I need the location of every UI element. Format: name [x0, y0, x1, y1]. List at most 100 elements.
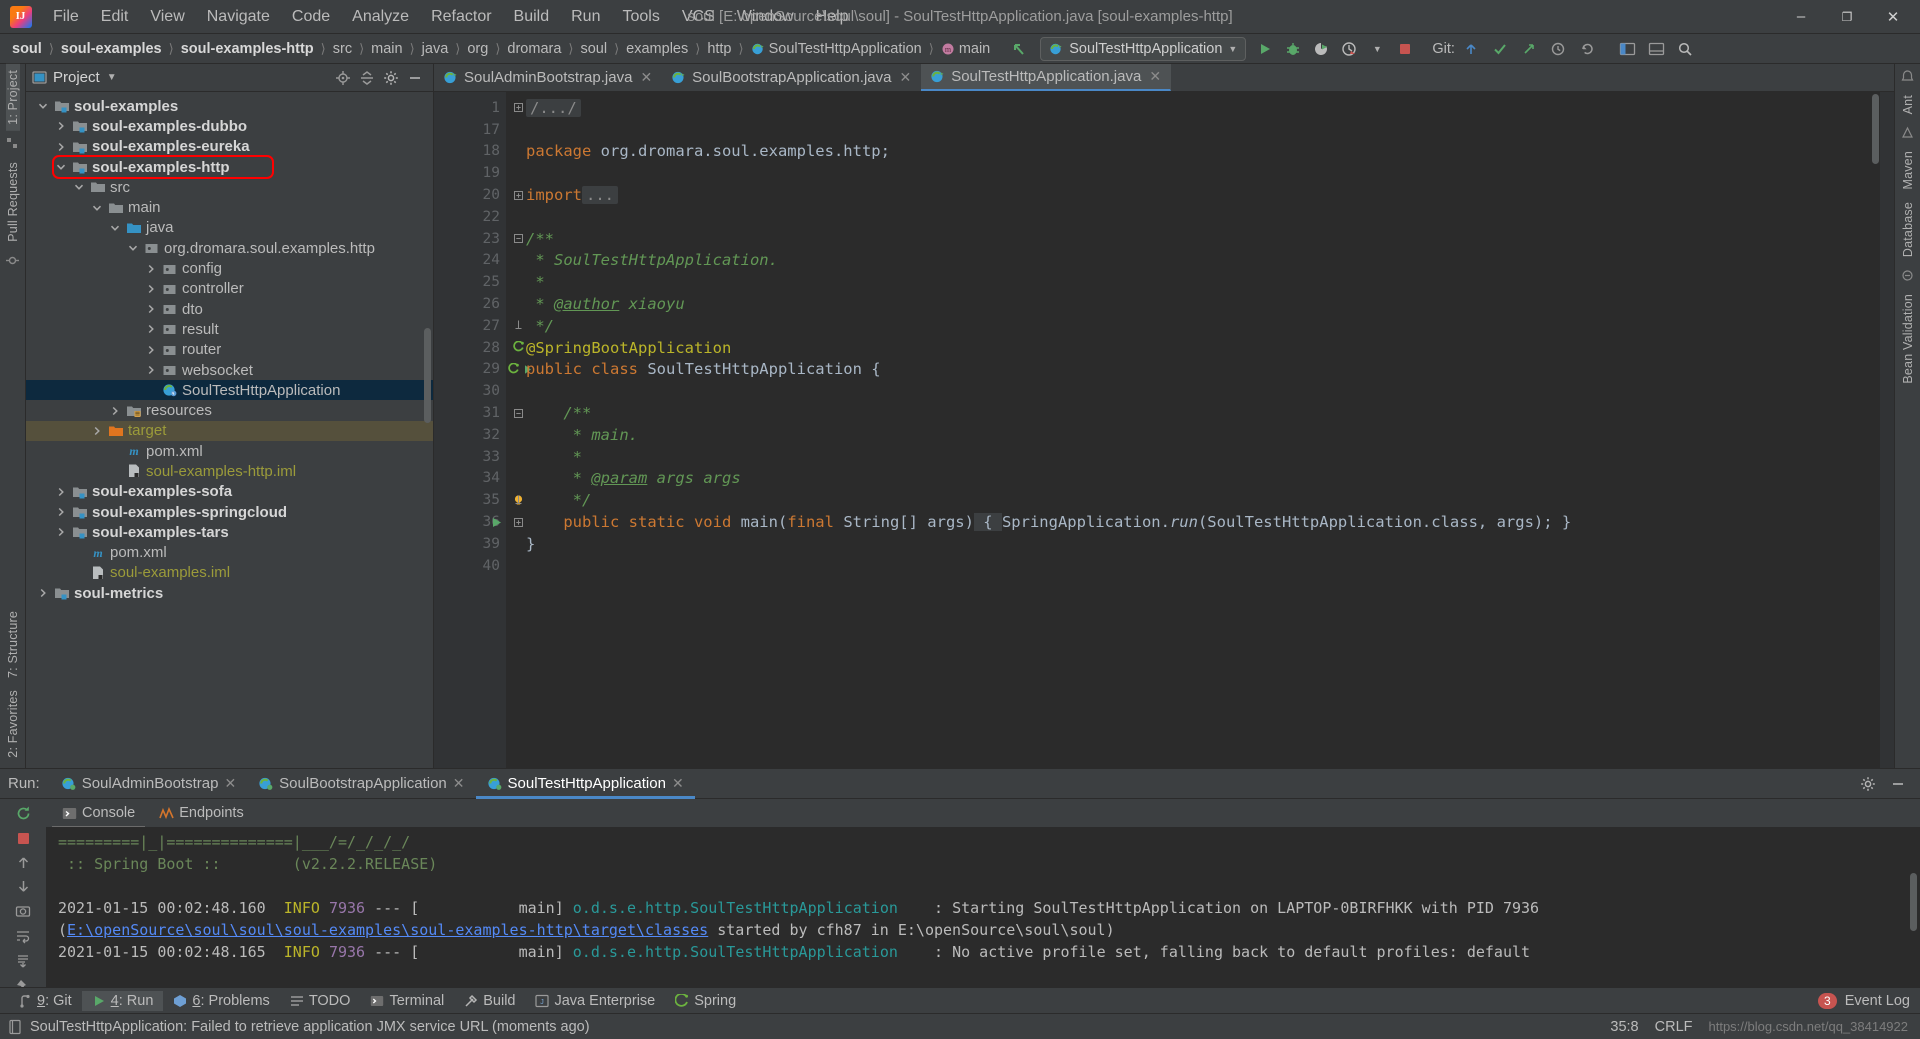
- rail-item-bean-validation[interactable]: Bean Validation: [1901, 288, 1915, 390]
- menu-run[interactable]: Run: [560, 4, 611, 30]
- breadcrumb-soul2[interactable]: soul: [574, 39, 613, 59]
- tree-item-controller[interactable]: controller: [26, 279, 433, 299]
- history-icon[interactable]: [1545, 37, 1571, 61]
- tree-item-router[interactable]: router: [26, 340, 433, 360]
- code-line[interactable]: import ...: [506, 184, 1894, 206]
- rail-item-pull-requests[interactable]: Pull Requests: [6, 156, 20, 248]
- bottom-button-todo[interactable]: TODO: [280, 991, 361, 1011]
- gutter-line-number[interactable]: 25: [434, 271, 506, 293]
- chevron-down-icon[interactable]: ▼: [107, 72, 117, 83]
- stop-button[interactable]: [1392, 37, 1418, 61]
- editor-scrollbar[interactable]: [1872, 94, 1879, 164]
- code-line[interactable]: [506, 555, 1894, 577]
- debug-button[interactable]: [1280, 37, 1306, 61]
- tree-item-src[interactable]: src: [26, 177, 433, 197]
- folded-comment[interactable]: /.../: [526, 98, 581, 117]
- chevron-right-icon[interactable]: [92, 426, 107, 436]
- rerun-icon[interactable]: [12, 805, 34, 822]
- code-line[interactable]: * @param args args: [506, 468, 1894, 490]
- breadcrumb-method-main[interactable]: m main: [935, 39, 996, 59]
- bottom-button-git[interactable]: 9: Git: [8, 991, 82, 1011]
- gutter-line-number[interactable]: 18: [434, 141, 506, 163]
- tree-item-soul-examples-iml[interactable]: soul-examples.iml: [26, 563, 433, 583]
- bottom-button-run[interactable]: 4: Run: [81, 990, 164, 1011]
- gutter-line-number[interactable]: 17: [434, 119, 506, 141]
- chevron-down-icon[interactable]: [110, 223, 125, 233]
- gutter-line-number[interactable]: 40: [434, 555, 506, 577]
- tree-item-target[interactable]: target: [26, 420, 433, 442]
- tree-item-soul-metrics[interactable]: soul-metrics: [26, 583, 433, 603]
- code-fold-toggle[interactable]: [514, 408, 526, 418]
- gutter-line-number[interactable]: 29: [434, 359, 531, 381]
- update-project-icon[interactable]: [1458, 37, 1484, 61]
- chevron-right-icon[interactable]: [146, 324, 161, 334]
- menu-help[interactable]: Help: [805, 4, 860, 30]
- code-line[interactable]: * main.: [506, 424, 1894, 446]
- maven-small-icon[interactable]: [1901, 126, 1914, 139]
- layout-settings-icon[interactable]: [1615, 37, 1641, 61]
- gutter-line-number[interactable]: 30: [434, 380, 506, 402]
- scroll-to-end-icon[interactable]: [12, 953, 34, 969]
- breadcrumb-soul-examples-http[interactable]: soul-examples-http: [175, 39, 320, 59]
- chevron-right-icon[interactable]: [146, 264, 161, 274]
- rail-item-structure[interactable]: 7: Structure: [6, 605, 20, 684]
- locate-icon[interactable]: [335, 70, 351, 86]
- window-layout-icon[interactable]: [1644, 37, 1670, 61]
- tree-item-resources[interactable]: resources: [26, 400, 433, 420]
- tree-item-soul-examples-http-iml[interactable]: soul-examples-http.iml: [26, 461, 433, 481]
- tree-item-websocket[interactable]: websocket: [26, 360, 433, 380]
- gutter-line-number[interactable]: 1: [434, 97, 506, 119]
- menu-refactor[interactable]: Refactor: [420, 4, 502, 30]
- project-scrollbar[interactable]: [424, 328, 431, 423]
- run-subtab-endpoints[interactable]: Endpoints: [149, 802, 254, 824]
- gutter-line-number[interactable]: 33: [434, 446, 506, 468]
- menu-analyze[interactable]: Analyze: [341, 4, 420, 30]
- commit-icon[interactable]: [1487, 37, 1513, 61]
- gutter-line-number[interactable]: 22: [434, 206, 506, 228]
- chevron-right-icon[interactable]: [146, 284, 161, 294]
- run-tab-SoulBootstrapApplication[interactable]: SoulBootstrapApplication ✕: [247, 769, 475, 799]
- gutter-line-number[interactable]: 32: [434, 424, 506, 446]
- profile-button[interactable]: [1336, 37, 1362, 61]
- notification-icon[interactable]: [1901, 70, 1914, 83]
- code-line[interactable]: */: [506, 489, 1894, 511]
- tree-item-soul-examples-springcloud[interactable]: soul-examples-springcloud: [26, 502, 433, 522]
- console-file-link[interactable]: E:\openSource\soul\soul\soul-examples\so…: [67, 921, 708, 939]
- push-icon[interactable]: [1516, 37, 1542, 61]
- gutter-line-number[interactable]: 35: [434, 489, 523, 511]
- caret-position[interactable]: 35:8: [1610, 1019, 1638, 1035]
- code-line[interactable]: /**: [506, 228, 1894, 250]
- editor-code[interactable]: /.../ package org.dromara.soul.examples.…: [506, 92, 1894, 768]
- chevron-right-icon[interactable]: [56, 487, 71, 497]
- gutter-line-number[interactable]: 39: [434, 533, 506, 555]
- rail-item-project[interactable]: 1: Project: [5, 64, 20, 131]
- code-line[interactable]: [506, 380, 1894, 402]
- breadcrumb-class[interactable]: SoulTestHttpApplication: [745, 39, 928, 59]
- run-subtab-console[interactable]: Console: [52, 802, 146, 828]
- console-output[interactable]: =========|_|==============|___/=/_/_/_/ …: [46, 827, 1920, 987]
- run-button[interactable]: [1252, 37, 1278, 61]
- line-separator[interactable]: CRLF: [1655, 1019, 1693, 1035]
- gutter-line-number[interactable]: 34: [434, 468, 506, 490]
- close-icon[interactable]: ✕: [453, 775, 465, 792]
- stop-icon[interactable]: [12, 831, 34, 846]
- code-line[interactable]: */: [506, 315, 1894, 337]
- code-line[interactable]: /.../: [506, 97, 1894, 119]
- up-arrow-icon[interactable]: [12, 855, 34, 870]
- menu-build[interactable]: Build: [503, 4, 561, 30]
- breadcrumb-main[interactable]: main: [365, 39, 408, 59]
- tree-item-soultesthttpapplication[interactable]: SoulTestHttpApplication: [26, 380, 433, 401]
- hide-panel-icon[interactable]: [407, 70, 423, 86]
- editor-marker-bar[interactable]: ✓: [1871, 92, 1894, 768]
- menu-edit[interactable]: Edit: [90, 4, 140, 30]
- menu-navigate[interactable]: Navigate: [196, 4, 281, 30]
- code-line[interactable]: [506, 119, 1894, 141]
- code-line[interactable]: * SoulTestHttpApplication.: [506, 250, 1894, 272]
- chevron-down-icon[interactable]: [56, 162, 71, 172]
- tree-item-pom-xml[interactable]: m pom.xml: [26, 441, 433, 461]
- gutter-line-number[interactable]: 27: [434, 315, 506, 337]
- chevron-right-icon[interactable]: [110, 406, 125, 416]
- rail-item-ant[interactable]: Ant: [1901, 89, 1915, 120]
- close-icon[interactable]: ✕: [224, 775, 236, 792]
- breadcrumb-java[interactable]: java: [416, 39, 455, 59]
